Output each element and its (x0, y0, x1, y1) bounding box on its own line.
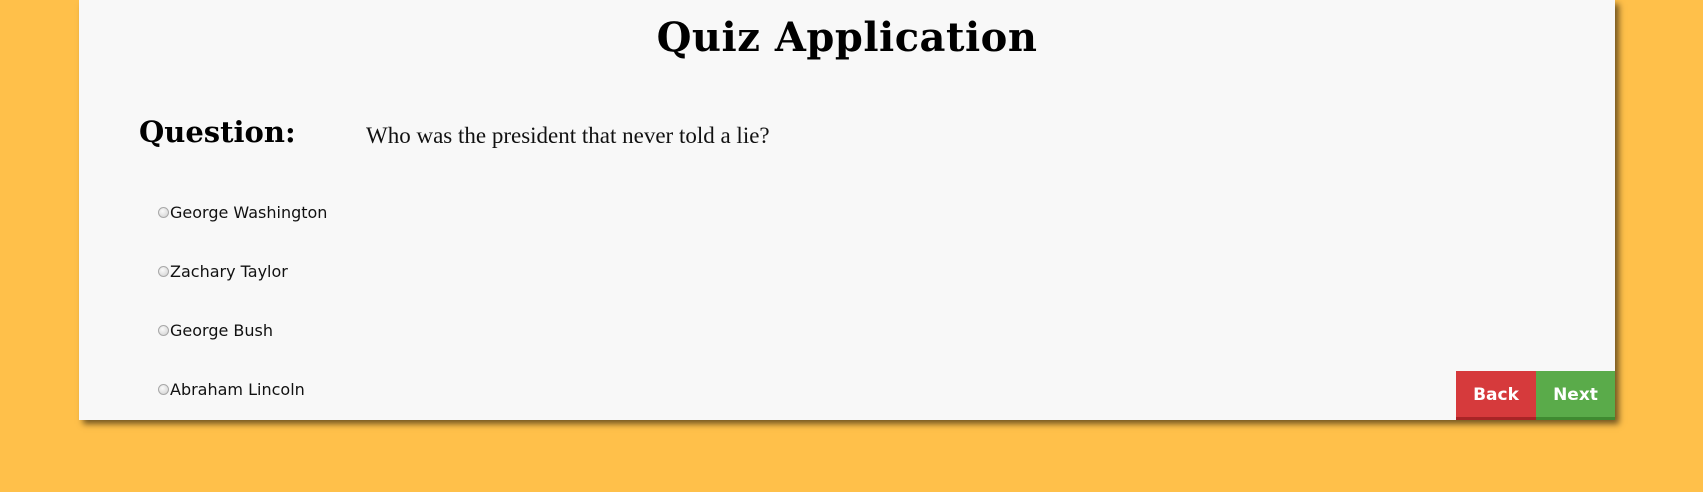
app-title: Quiz Application (656, 14, 1038, 61)
radio-button[interactable] (158, 324, 169, 336)
answer-option-label: Zachary Taylor (170, 261, 288, 281)
question-text: Who was the president that never told a … (366, 123, 770, 148)
answer-option[interactable]: George Bush (158, 316, 327, 344)
answer-option[interactable]: George Washington (158, 198, 327, 226)
next-button[interactable]: Next (1536, 371, 1615, 420)
answer-option[interactable]: Zachary Taylor (158, 257, 327, 285)
radio-button[interactable] (158, 383, 169, 395)
answer-option[interactable]: Abraham Lincoln (158, 375, 327, 403)
radio-button[interactable] (158, 206, 169, 218)
answer-option-label: George Washington (170, 202, 328, 222)
question-label: Question: (139, 115, 296, 149)
answer-option-label: George Bush (170, 320, 274, 340)
quiz-card: Quiz Application Question: Who was the p… (79, 0, 1615, 420)
back-button[interactable]: Back (1456, 371, 1536, 420)
answer-option-label: Abraham Lincoln (170, 379, 305, 399)
answer-options: George Washington Zachary Taylor George … (158, 198, 327, 434)
radio-button[interactable] (158, 265, 169, 277)
